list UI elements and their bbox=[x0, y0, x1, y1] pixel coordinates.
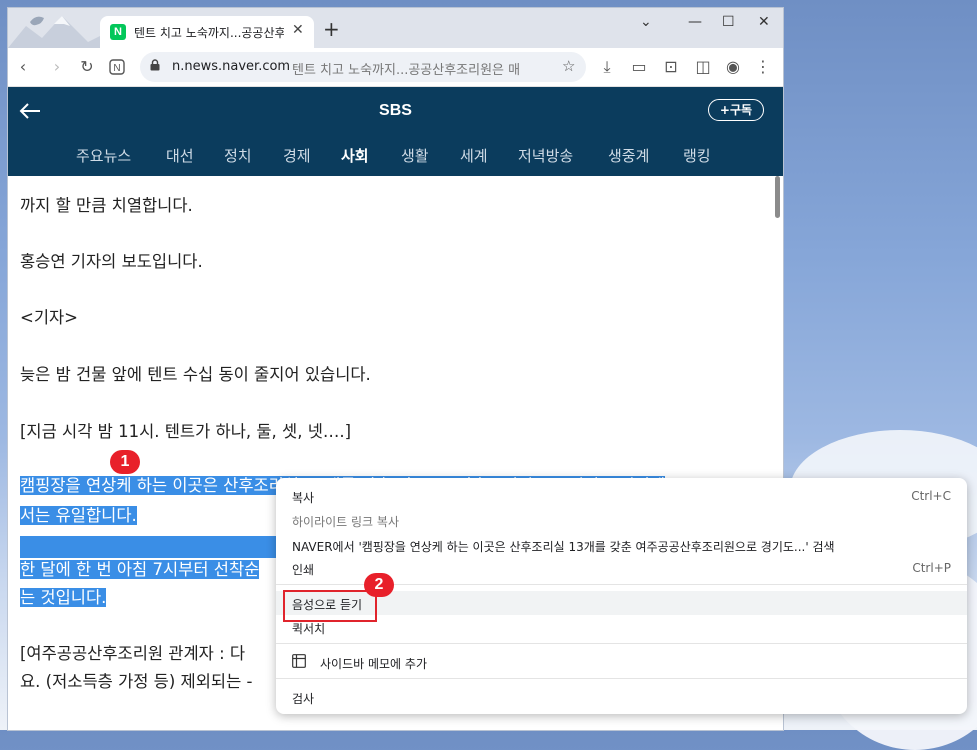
download-icon[interactable]: ⤓ bbox=[596, 56, 618, 78]
menu-icon[interactable]: ⋮ bbox=[752, 56, 774, 78]
nav-item[interactable]: 랭킹 bbox=[683, 145, 711, 166]
press-header: SBS +구독 주요뉴스 대선 정치 경제 사회 생활 세계 저녁방송 생중계 … bbox=[8, 87, 783, 176]
menu-item-quick-search[interactable]: 퀵서치 bbox=[292, 620, 325, 637]
title-bar: N 텐트 치고 노숙까지...공공산후조 ✕ + ⌄ — ☐ ✕ bbox=[8, 8, 783, 48]
annotation-badge-1: 1 bbox=[110, 450, 140, 474]
forward-icon[interactable]: › bbox=[46, 56, 68, 78]
selected-line[interactable]: 한 달에 한 번 아침 7시부터 선착순 bbox=[20, 556, 260, 584]
close-window-icon[interactable]: ✕ bbox=[758, 14, 770, 30]
nav-item[interactable]: 세계 bbox=[460, 145, 488, 166]
theme-art bbox=[8, 8, 100, 48]
nav-item[interactable]: 저녁방송 bbox=[518, 145, 573, 166]
article-line: [지금 시각 밤 11시. 텐트가 하나, 둘, 셋, 넷….] bbox=[20, 422, 352, 441]
article-line: 까지 할 만큼 치열합니다. bbox=[20, 196, 193, 215]
shortcut-print: Ctrl+P bbox=[912, 561, 951, 575]
minimize-icon[interactable]: — bbox=[688, 14, 702, 30]
menu-item-copy[interactable]: 복사 bbox=[292, 489, 314, 506]
screenshot-icon[interactable]: ⊡ bbox=[660, 56, 682, 78]
article-line: <기자> bbox=[20, 308, 79, 327]
naver-favicon-icon: N bbox=[110, 24, 126, 40]
menu-item-search-naver[interactable]: NAVER에서 '캠핑장을 연상케 하는 이곳은 산후조리실 13개를 갖춘 여… bbox=[292, 538, 835, 555]
article-line: 요. (저소득층 가정 등) 제외되는 - bbox=[20, 672, 253, 691]
menu-separator bbox=[276, 643, 967, 644]
menu-item-copy-highlight-link[interactable]: 하이라이트 링크 복사 bbox=[292, 513, 399, 530]
naver-site-icon[interactable]: N bbox=[106, 56, 128, 78]
nav-item[interactable]: 정치 bbox=[224, 145, 252, 166]
cast-icon[interactable]: ▭ bbox=[628, 56, 650, 78]
category-nav: 주요뉴스 대선 정치 경제 사회 생활 세계 저녁방송 생중계 랭킹 bbox=[8, 145, 783, 169]
nav-item[interactable]: 대선 bbox=[166, 145, 194, 166]
article-line: [여주공공산후조리원 관계자 : 다 bbox=[20, 644, 246, 663]
reload-icon[interactable]: ↻ bbox=[76, 56, 98, 78]
browser-toolbar: ‹ › ↻ N n.news.naver.com 텐트 치고 노숙까지...공공… bbox=[8, 48, 783, 87]
subscribe-button[interactable]: +구독 bbox=[708, 99, 764, 121]
tab-search-icon[interactable]: ⌄ bbox=[640, 14, 652, 30]
tab-close-icon[interactable]: ✕ bbox=[292, 22, 304, 38]
new-tab-icon[interactable]: + bbox=[323, 19, 340, 39]
url-page-title: 텐트 치고 노숙까지...공공산후조리원은 매 bbox=[292, 63, 521, 78]
annotation-highlight-box bbox=[283, 590, 377, 622]
menu-item-add-sidebar-memo[interactable]: 사이드바 메모에 추가 bbox=[320, 655, 427, 672]
press-brand[interactable]: SBS bbox=[8, 102, 783, 120]
nav-item-active[interactable]: 사회 bbox=[341, 145, 369, 166]
browser-tab-active[interactable]: N 텐트 치고 노숙까지...공공산후조 ✕ bbox=[100, 16, 314, 48]
nav-item[interactable]: 경제 bbox=[283, 145, 311, 166]
sidebar-memo-icon bbox=[292, 654, 306, 671]
tab-title: 텐트 치고 노숙까지...공공산후조 bbox=[134, 26, 284, 40]
sidebar-icon[interactable]: ◫ bbox=[692, 56, 714, 78]
annotation-badge-2: 2 bbox=[364, 573, 394, 597]
svg-text:N: N bbox=[113, 63, 120, 74]
address-bar[interactable]: n.news.naver.com 텐트 치고 노숙까지...공공산후조리원은 매… bbox=[140, 52, 586, 82]
lock-icon bbox=[150, 59, 160, 71]
selected-line[interactable]: 는 것입니다. bbox=[20, 584, 107, 612]
menu-item-inspect[interactable]: 검사 bbox=[292, 690, 314, 707]
article-line: 홍승연 기자의 보도입니다. bbox=[20, 252, 203, 271]
url-host: n.news.naver.com bbox=[172, 59, 291, 74]
shortcut-copy: Ctrl+C bbox=[911, 489, 951, 503]
article-line: 늦은 밤 건물 앞에 텐트 수십 동이 줄지어 있습니다. bbox=[20, 365, 371, 384]
nav-item[interactable]: 생중계 bbox=[608, 145, 649, 166]
profile-icon[interactable]: ◉ bbox=[722, 56, 744, 78]
nav-item[interactable]: 생활 bbox=[401, 145, 429, 166]
back-icon[interactable]: ‹ bbox=[12, 56, 34, 78]
bookmark-star-icon[interactable]: ☆ bbox=[562, 57, 575, 75]
menu-separator bbox=[276, 678, 967, 679]
selected-line[interactable]: 서는 유일합니다. bbox=[20, 502, 137, 530]
nav-item[interactable]: 주요뉴스 bbox=[76, 145, 131, 166]
menu-item-print[interactable]: 인쇄 bbox=[292, 561, 314, 578]
scrollbar-thumb[interactable] bbox=[775, 176, 780, 218]
maximize-icon[interactable]: ☐ bbox=[722, 14, 735, 30]
